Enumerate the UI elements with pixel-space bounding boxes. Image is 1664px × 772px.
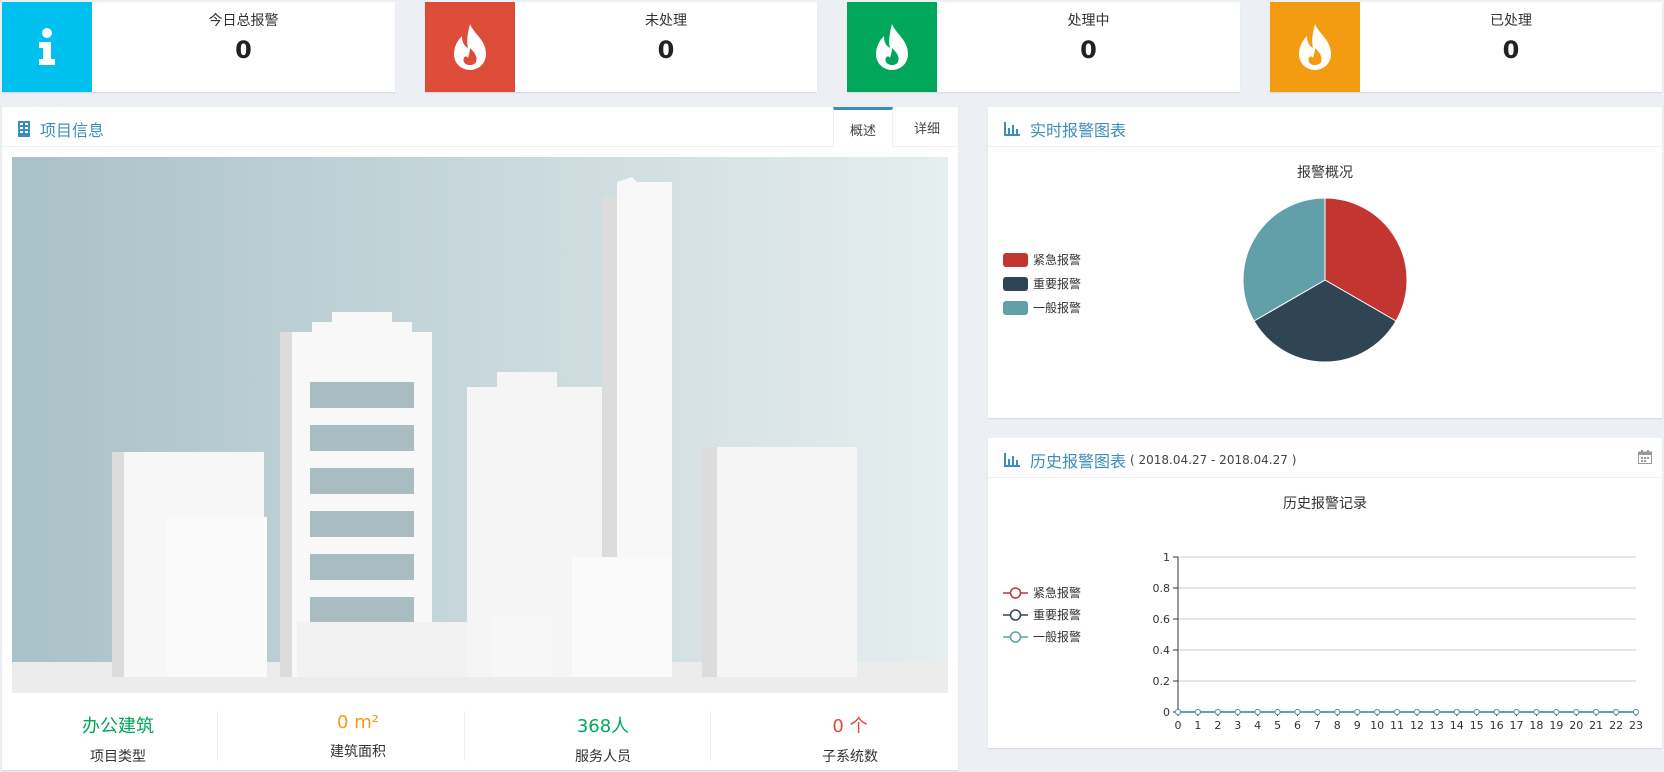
stat-value: 0 <box>1080 36 1097 64</box>
data-point[interactable] <box>1234 709 1241 715</box>
data-point[interactable] <box>1274 709 1281 715</box>
x-tick-label: 3 <box>1234 719 1241 732</box>
data-point[interactable] <box>1413 709 1420 715</box>
fire-icon <box>425 2 515 92</box>
data-point[interactable] <box>1533 709 1540 715</box>
data-point[interactable] <box>1314 709 1321 715</box>
x-tick-label: 22 <box>1609 719 1623 732</box>
data-point[interactable] <box>1433 709 1440 715</box>
x-tick-label: 20 <box>1569 719 1583 732</box>
data-point[interactable] <box>1573 709 1580 715</box>
stat-card-unprocessed: 未处理 0 <box>425 2 817 92</box>
stat-value: 0 <box>1502 36 1520 64</box>
stat-label: 已处理 <box>1490 13 1532 29</box>
x-tick-label: 17 <box>1510 719 1524 732</box>
x-tick-label: 14 <box>1450 719 1464 732</box>
y-tick-label: 0.8 <box>1153 582 1171 595</box>
stat-subsystems-value: 0 个 <box>832 716 868 737</box>
y-tick-label: 0.4 <box>1153 644 1171 657</box>
x-tick-label: 0 <box>1175 719 1182 732</box>
x-tick-label: 9 <box>1354 719 1361 732</box>
x-tick-label: 1 <box>1194 719 1201 732</box>
x-tick-label: 6 <box>1294 719 1301 732</box>
x-tick-label: 19 <box>1549 719 1563 732</box>
y-tick-label: 0 <box>1163 706 1170 719</box>
history-alarm-panel: 历史报警图表 ( 2018.04.27 - 2018.04.27 ) 历史报警记… <box>988 438 1662 748</box>
stat-project-type-value: 办公建筑 <box>82 716 154 737</box>
stat-label: 处理中 <box>1067 13 1110 29</box>
stat-building-area-value: 0 m² <box>337 712 379 733</box>
x-tick-label: 2 <box>1214 719 1221 732</box>
stat-building-area-label: 建筑面积 <box>330 744 386 760</box>
stat-service-staff-value: 368人 <box>576 716 630 737</box>
stat-value: 0 <box>235 36 252 64</box>
x-tick-label: 15 <box>1470 719 1484 732</box>
x-tick-label: 13 <box>1430 719 1444 732</box>
building-icon <box>18 121 30 137</box>
x-tick-label: 8 <box>1334 719 1341 732</box>
y-tick-label: 0.2 <box>1153 675 1171 688</box>
data-point[interactable] <box>1453 709 1460 715</box>
divider <box>217 711 218 761</box>
stat-card-total-alarms: 今日总报警 0 <box>2 2 395 92</box>
stat-label: 未处理 <box>645 13 687 29</box>
data-point[interactable] <box>1473 709 1480 715</box>
stat-service-staff-label: 服务人员 <box>575 749 631 765</box>
x-tick-label: 5 <box>1274 719 1281 732</box>
data-point[interactable] <box>1334 709 1341 715</box>
info-icon <box>2 2 92 92</box>
city-illustration <box>12 157 948 693</box>
stat-label: 今日总报警 <box>208 13 279 29</box>
x-tick-label: 11 <box>1390 719 1404 732</box>
stat-subsystems-label: 子系统数 <box>822 749 878 765</box>
pie-chart <box>1242 197 1408 363</box>
data-point[interactable] <box>1493 709 1500 715</box>
x-tick-label: 4 <box>1254 719 1261 732</box>
stat-card-processing: 处理中 0 <box>847 2 1240 92</box>
data-point[interactable] <box>1294 709 1301 715</box>
stat-card-processed: 已处理 0 <box>1270 2 1662 92</box>
data-point[interactable] <box>1593 709 1600 715</box>
divider <box>710 711 711 761</box>
project-info-panel: 项目信息 概述 详细 办公建筑 项目类型 0 m² 建筑面积 368人 服务人员… <box>2 107 958 770</box>
data-point[interactable] <box>1553 709 1560 715</box>
x-tick-label: 7 <box>1314 719 1321 732</box>
line-chart: 00.20.40.60.810 1 2 3 4 5 6 7 8 9 10 11 12 13 14 15 16 17… <box>1153 551 1644 732</box>
panel-title: 项目信息 <box>18 117 104 141</box>
stat-subsystems: 0 个 子系统数 <box>734 709 966 769</box>
x-tick-label: 12 <box>1410 719 1424 732</box>
fire-icon <box>1270 2 1360 92</box>
x-tick-label: 10 <box>1370 719 1384 732</box>
project-info-title: 项目信息 <box>40 121 105 140</box>
fire-icon <box>847 2 937 92</box>
x-tick-label: 16 <box>1490 719 1504 732</box>
data-point[interactable] <box>1394 709 1401 715</box>
stat-project-type: 办公建筑 项目类型 <box>2 709 234 769</box>
data-point[interactable] <box>1613 709 1620 715</box>
x-tick-label: 18 <box>1529 719 1543 732</box>
divider <box>464 711 465 761</box>
stat-value: 0 <box>657 36 675 64</box>
data-point[interactable] <box>1175 709 1181 715</box>
x-tick-label: 21 <box>1589 719 1603 732</box>
stat-service-staff: 368人 服务人员 <box>487 709 719 769</box>
data-point[interactable] <box>1374 709 1381 715</box>
stat-project-type-label: 项目类型 <box>90 749 146 765</box>
stat-building-area: 0 m² 建筑面积 <box>242 709 474 769</box>
y-tick-label: 1 <box>1163 551 1170 564</box>
data-point[interactable] <box>1214 709 1221 715</box>
data-point[interactable] <box>1354 709 1361 715</box>
data-point[interactable] <box>1513 709 1520 715</box>
tab-overview[interactable]: 概述 <box>833 107 893 148</box>
tab-detail[interactable]: 详细 <box>899 107 955 147</box>
panel-header: 项目信息 概述 详细 <box>2 107 958 148</box>
realtime-alarm-panel: 实时报警图表 报警概况 紧急报警 重要报警 一般报警 <box>988 107 1662 418</box>
data-point[interactable] <box>1254 709 1261 715</box>
y-tick-label: 0.6 <box>1153 613 1171 626</box>
x-tick-label: 23 <box>1629 719 1643 732</box>
project-stats-row: 办公建筑 项目类型 0 m² 建筑面积 368人 服务人员 0 个 子系统数 <box>2 709 958 769</box>
data-point[interactable] <box>1633 709 1639 715</box>
data-point[interactable] <box>1194 709 1201 715</box>
